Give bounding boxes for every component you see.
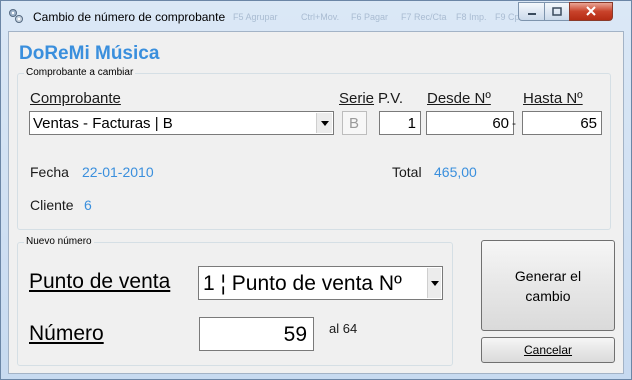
total-value: 465,00 bbox=[434, 164, 477, 180]
comprobante-group-title: Comprobante a cambiar bbox=[24, 67, 136, 78]
generar-cambio-label: Generar el cambio bbox=[514, 267, 582, 304]
comprobante-label: Comprobante bbox=[30, 90, 121, 107]
brand-title: DoReMi Música bbox=[19, 43, 160, 64]
numero-label: Número bbox=[29, 322, 104, 345]
cliente-value: 6 bbox=[84, 197, 92, 213]
ghost-tab: F5 Agrupar bbox=[233, 12, 278, 22]
punto-venta-label: Punto de venta bbox=[29, 270, 171, 293]
title-bar[interactable]: Cambio de número de comprobante F5 Agrup… bbox=[1, 1, 631, 31]
serie-label: Serie bbox=[339, 90, 375, 107]
pv-value: 1 bbox=[407, 115, 416, 132]
comprobante-select[interactable]: Ventas - Facturas | B bbox=[29, 111, 334, 135]
maximize-button[interactable] bbox=[544, 2, 570, 21]
ghost-tab: Ctrl+Mov. bbox=[301, 12, 340, 22]
serie-field: B bbox=[342, 111, 367, 135]
fecha-label: Fecha bbox=[30, 164, 69, 180]
chevron-down-icon[interactable] bbox=[316, 113, 332, 133]
numero-value: 59 bbox=[283, 323, 307, 346]
pv-label: P.V. bbox=[378, 90, 404, 107]
hasta-value: 65 bbox=[580, 115, 597, 132]
generar-cambio-button[interactable]: Generar el cambio bbox=[481, 240, 615, 331]
hasta-input[interactable]: 65 bbox=[522, 111, 602, 135]
range-separator: - bbox=[512, 116, 516, 130]
comprobante-select-value: Ventas - Facturas | B bbox=[33, 115, 173, 132]
dialog-window: Cambio de número de comprobante F5 Agrup… bbox=[0, 0, 632, 380]
comprobante-group: Comprobante a cambiar Comprobante Serie … bbox=[17, 67, 611, 230]
ghost-tab: F6 Pagar bbox=[351, 12, 389, 22]
pv-input[interactable]: 1 bbox=[379, 111, 421, 135]
total-label: Total bbox=[392, 164, 422, 180]
minimize-button[interactable] bbox=[518, 2, 545, 21]
desde-value: 60 bbox=[492, 115, 509, 132]
chevron-down-icon[interactable] bbox=[427, 268, 441, 298]
cancel-label: Cancelar bbox=[523, 343, 573, 357]
cancel-button[interactable]: Cancelar bbox=[481, 337, 615, 363]
maximize-icon bbox=[552, 3, 562, 21]
ghost-tab: F7 Rec/Cta bbox=[401, 12, 447, 22]
minimize-icon bbox=[527, 3, 537, 21]
punto-venta-select[interactable]: 1 ¦ Punto de venta Nº bbox=[198, 266, 443, 300]
close-button[interactable] bbox=[569, 2, 613, 21]
app-icon bbox=[8, 8, 24, 24]
numero-range-text: al 64 bbox=[329, 321, 358, 336]
dialog-client-area: DoReMi Música Comprobante a cambiar Comp… bbox=[8, 31, 624, 374]
cliente-label: Cliente bbox=[30, 197, 74, 213]
nuevo-numero-group: Nuevo número Punto de venta 1 ¦ Punto de… bbox=[17, 236, 453, 366]
punto-venta-select-value: 1 ¦ Punto de venta Nº bbox=[203, 272, 402, 295]
close-icon bbox=[585, 3, 597, 21]
ghost-tab: F8 Imp. bbox=[456, 12, 487, 22]
desde-label: Desde Nº bbox=[427, 90, 491, 107]
window-title: Cambio de número de comprobante bbox=[33, 10, 226, 24]
hasta-label: Hasta Nº bbox=[523, 90, 583, 107]
numero-input[interactable]: 59 bbox=[199, 317, 314, 351]
serie-value: B bbox=[349, 115, 360, 132]
nuevo-numero-group-title: Nuevo número bbox=[24, 236, 94, 247]
desde-input[interactable]: 60 bbox=[426, 111, 514, 135]
fecha-value: 22-01-2010 bbox=[82, 164, 154, 180]
